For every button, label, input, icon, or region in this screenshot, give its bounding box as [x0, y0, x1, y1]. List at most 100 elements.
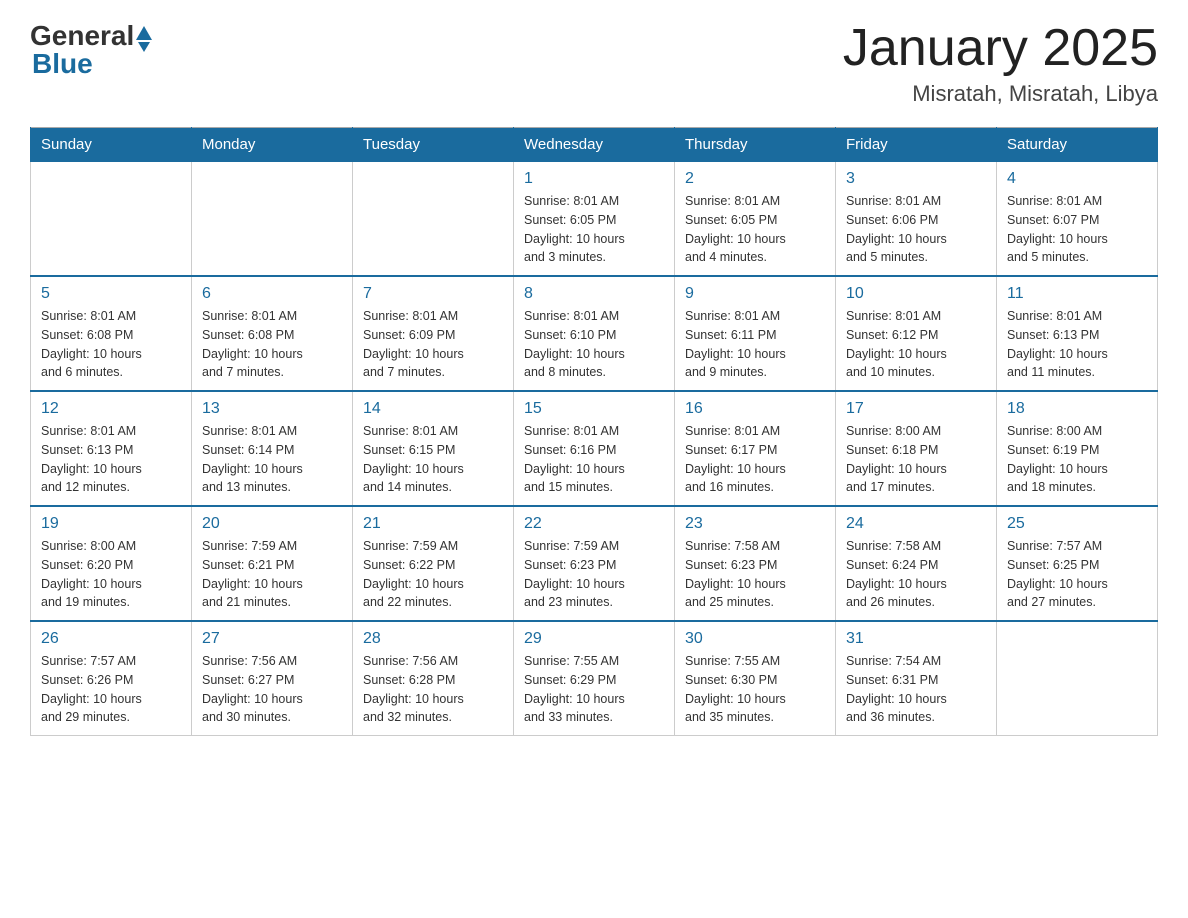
day-number: 15	[524, 400, 664, 418]
day-info: Sunrise: 8:00 AM Sunset: 6:20 PM Dayligh…	[41, 537, 181, 612]
day-info: Sunrise: 8:00 AM Sunset: 6:18 PM Dayligh…	[846, 422, 986, 497]
day-info: Sunrise: 7:59 AM Sunset: 6:22 PM Dayligh…	[363, 537, 503, 612]
calendar-cell: 14 Sunrise: 8:01 AM Sunset: 6:15 PM Dayli…	[353, 391, 514, 506]
calendar-cell	[353, 162, 514, 277]
day-info: Sunrise: 8:01 AM Sunset: 6:17 PM Dayligh…	[685, 422, 825, 497]
calendar-cell: 22 Sunrise: 7:59 AM Sunset: 6:23 PM Dayli…	[514, 506, 675, 621]
day-info: Sunrise: 8:00 AM Sunset: 6:19 PM Dayligh…	[1007, 422, 1147, 497]
calendar-day-header: Thursday	[675, 128, 836, 162]
day-info: Sunrise: 8:01 AM Sunset: 6:06 PM Dayligh…	[846, 192, 986, 267]
day-info: Sunrise: 8:01 AM Sunset: 6:08 PM Dayligh…	[41, 307, 181, 382]
day-info: Sunrise: 7:56 AM Sunset: 6:27 PM Dayligh…	[202, 652, 342, 727]
calendar-cell: 6 Sunrise: 8:01 AM Sunset: 6:08 PM Daylig…	[192, 276, 353, 391]
calendar-cell: 13 Sunrise: 8:01 AM Sunset: 6:14 PM Dayli…	[192, 391, 353, 506]
page-title: January 2025	[843, 20, 1158, 77]
day-number: 7	[363, 285, 503, 303]
day-number: 14	[363, 400, 503, 418]
calendar-cell: 8 Sunrise: 8:01 AM Sunset: 6:10 PM Daylig…	[514, 276, 675, 391]
day-info: Sunrise: 7:55 AM Sunset: 6:30 PM Dayligh…	[685, 652, 825, 727]
calendar-cell: 28Sunrise: 7:56 AM Sunset: 6:28 PM Dayli…	[353, 621, 514, 736]
calendar-table: SundayMondayTuesdayWednesdayThursdayFrid…	[30, 127, 1158, 736]
day-number: 21	[363, 515, 503, 533]
logo: General Blue	[30, 20, 152, 80]
calendar-cell: 2 Sunrise: 8:01 AM Sunset: 6:05 PM Daylig…	[675, 162, 836, 277]
calendar-cell: 1Sunrise: 8:01 AM Sunset: 6:05 PM Daylig…	[514, 162, 675, 277]
calendar-cell: 29 Sunrise: 7:55 AM Sunset: 6:29 PM Dayli…	[514, 621, 675, 736]
day-info: Sunrise: 8:01 AM Sunset: 6:05 PM Dayligh…	[685, 192, 825, 267]
calendar-cell: 30 Sunrise: 7:55 AM Sunset: 6:30 PM Dayli…	[675, 621, 836, 736]
day-info: Sunrise: 7:57 AM Sunset: 6:26 PM Dayligh…	[41, 652, 181, 727]
day-info: Sunrise: 8:01 AM Sunset: 6:10 PM Dayligh…	[524, 307, 664, 382]
day-number: 20	[202, 515, 342, 533]
calendar-day-header: Wednesday	[514, 128, 675, 162]
calendar-day-header: Friday	[836, 128, 997, 162]
day-number: 4	[1007, 170, 1147, 188]
logo-text-block: General Blue	[30, 20, 152, 80]
day-number: 18	[1007, 400, 1147, 418]
calendar-cell: 26 Sunrise: 7:57 AM Sunset: 6:26 PM Dayli…	[31, 621, 192, 736]
calendar-header-row: SundayMondayTuesdayWednesdayThursdayFrid…	[31, 128, 1158, 162]
calendar-cell: 18 Sunrise: 8:00 AM Sunset: 6:19 PM Dayli…	[997, 391, 1158, 506]
day-number: 27	[202, 630, 342, 648]
calendar-day-header: Tuesday	[353, 128, 514, 162]
day-number: 17	[846, 400, 986, 418]
calendar-cell: 15 Sunrise: 8:01 AM Sunset: 6:16 PM Dayli…	[514, 391, 675, 506]
calendar-week-row: 12 Sunrise: 8:01 AM Sunset: 6:13 PM Dayli…	[31, 391, 1158, 506]
day-number: 8	[524, 285, 664, 303]
day-info: Sunrise: 8:01 AM Sunset: 6:05 PM Dayligh…	[524, 192, 664, 267]
calendar-week-row: 19 Sunrise: 8:00 AM Sunset: 6:20 PM Dayli…	[31, 506, 1158, 621]
calendar-cell: 24 Sunrise: 7:58 AM Sunset: 6:24 PM Dayli…	[836, 506, 997, 621]
day-number: 13	[202, 400, 342, 418]
day-info: Sunrise: 7:59 AM Sunset: 6:23 PM Dayligh…	[524, 537, 664, 612]
calendar-cell	[31, 162, 192, 277]
calendar-cell: 3Sunrise: 8:01 AM Sunset: 6:06 PM Daylig…	[836, 162, 997, 277]
day-info: Sunrise: 8:01 AM Sunset: 6:07 PM Dayligh…	[1007, 192, 1147, 267]
day-info: Sunrise: 8:01 AM Sunset: 6:09 PM Dayligh…	[363, 307, 503, 382]
day-number: 30	[685, 630, 825, 648]
calendar-day-header: Saturday	[997, 128, 1158, 162]
calendar-cell: 12 Sunrise: 8:01 AM Sunset: 6:13 PM Dayli…	[31, 391, 192, 506]
page-subtitle: Misratah, Misratah, Libya	[843, 81, 1158, 107]
calendar-cell: 21 Sunrise: 7:59 AM Sunset: 6:22 PM Dayli…	[353, 506, 514, 621]
day-info: Sunrise: 7:55 AM Sunset: 6:29 PM Dayligh…	[524, 652, 664, 727]
day-info: Sunrise: 7:58 AM Sunset: 6:23 PM Dayligh…	[685, 537, 825, 612]
calendar-cell: 19 Sunrise: 8:00 AM Sunset: 6:20 PM Dayli…	[31, 506, 192, 621]
day-number: 23	[685, 515, 825, 533]
day-info: Sunrise: 8:01 AM Sunset: 6:13 PM Dayligh…	[1007, 307, 1147, 382]
day-number: 11	[1007, 285, 1147, 303]
calendar-cell: 5Sunrise: 8:01 AM Sunset: 6:08 PM Daylig…	[31, 276, 192, 391]
day-number: 2	[685, 170, 825, 188]
day-number: 24	[846, 515, 986, 533]
day-number: 10	[846, 285, 986, 303]
day-number: 9	[685, 285, 825, 303]
calendar-week-row: 1Sunrise: 8:01 AM Sunset: 6:05 PM Daylig…	[31, 162, 1158, 277]
day-number: 31	[846, 630, 986, 648]
day-info: Sunrise: 7:58 AM Sunset: 6:24 PM Dayligh…	[846, 537, 986, 612]
day-number: 29	[524, 630, 664, 648]
logo-blue-text: Blue	[32, 48, 93, 80]
calendar-cell	[997, 621, 1158, 736]
day-number: 19	[41, 515, 181, 533]
day-info: Sunrise: 8:01 AM Sunset: 6:15 PM Dayligh…	[363, 422, 503, 497]
day-info: Sunrise: 8:01 AM Sunset: 6:12 PM Dayligh…	[846, 307, 986, 382]
day-info: Sunrise: 7:54 AM Sunset: 6:31 PM Dayligh…	[846, 652, 986, 727]
day-info: Sunrise: 7:56 AM Sunset: 6:28 PM Dayligh…	[363, 652, 503, 727]
day-info: Sunrise: 8:01 AM Sunset: 6:11 PM Dayligh…	[685, 307, 825, 382]
day-info: Sunrise: 8:01 AM Sunset: 6:13 PM Dayligh…	[41, 422, 181, 497]
calendar-cell: 31 Sunrise: 7:54 AM Sunset: 6:31 PM Dayli…	[836, 621, 997, 736]
day-number: 25	[1007, 515, 1147, 533]
day-number: 6	[202, 285, 342, 303]
calendar-cell: 17 Sunrise: 8:00 AM Sunset: 6:18 PM Dayli…	[836, 391, 997, 506]
calendar-day-header: Monday	[192, 128, 353, 162]
calendar-cell: 4 Sunrise: 8:01 AM Sunset: 6:07 PM Daylig…	[997, 162, 1158, 277]
day-number: 26	[41, 630, 181, 648]
day-info: Sunrise: 8:01 AM Sunset: 6:14 PM Dayligh…	[202, 422, 342, 497]
day-info: Sunrise: 8:01 AM Sunset: 6:08 PM Dayligh…	[202, 307, 342, 382]
day-number: 12	[41, 400, 181, 418]
day-info: Sunrise: 8:01 AM Sunset: 6:16 PM Dayligh…	[524, 422, 664, 497]
day-info: Sunrise: 7:59 AM Sunset: 6:21 PM Dayligh…	[202, 537, 342, 612]
calendar-cell: 27 Sunrise: 7:56 AM Sunset: 6:27 PM Dayli…	[192, 621, 353, 736]
day-info: Sunrise: 7:57 AM Sunset: 6:25 PM Dayligh…	[1007, 537, 1147, 612]
calendar-day-header: Sunday	[31, 128, 192, 162]
day-number: 22	[524, 515, 664, 533]
